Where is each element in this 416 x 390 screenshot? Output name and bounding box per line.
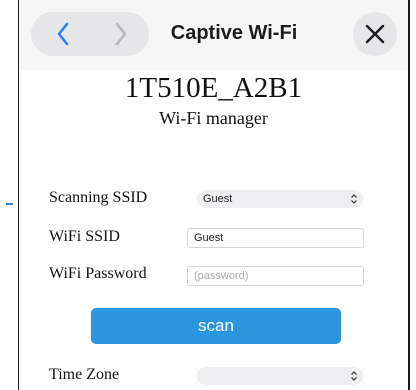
page-subtitle: Wi-Fi manager: [159, 108, 268, 128]
chevron-right-icon: [115, 22, 127, 46]
scanning-ssid-value: Guest: [203, 193, 233, 205]
scanning-ssid-select[interactable]: Guest: [197, 190, 363, 208]
time-zone-select[interactable]: [197, 367, 363, 385]
wifi-ssid-input[interactable]: [187, 228, 364, 248]
select-updown-icon: [351, 194, 357, 204]
back-button[interactable]: [35, 12, 91, 56]
select-updown-icon: [351, 371, 357, 381]
device-name: 1T510E_A2B1: [124, 72, 303, 104]
captive-wifi-window: Captive Wi-Fi 1T510E_A2B1 Wi-Fi manager …: [18, 0, 410, 390]
time-zone-label: Time Zone: [49, 366, 120, 383]
close-button[interactable]: [353, 12, 397, 56]
wifi-password-input[interactable]: [187, 266, 364, 286]
close-icon: [365, 24, 385, 44]
scanning-ssid-label: Scanning SSID: [49, 189, 148, 206]
forward-button[interactable]: [93, 12, 149, 56]
scan-button[interactable]: scan: [91, 308, 341, 344]
edge-marker: [6, 203, 13, 205]
wifi-ssid-label: WiFi SSID: [49, 228, 120, 245]
wifi-password-label: WiFi Password: [49, 265, 147, 282]
navigation-bar: Captive Wi-Fi: [19, 0, 408, 70]
chevron-left-icon: [57, 22, 69, 46]
window-title: Captive Wi-Fi: [170, 22, 298, 44]
history-nav-group: [31, 12, 149, 56]
